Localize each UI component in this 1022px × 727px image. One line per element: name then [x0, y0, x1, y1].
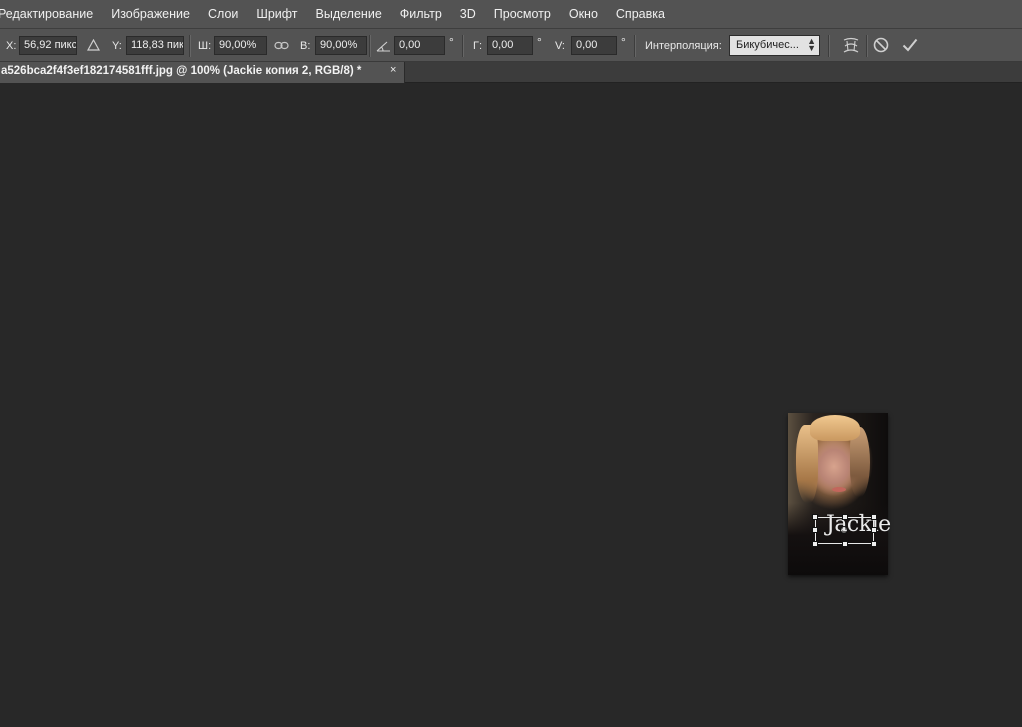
menu-layers[interactable]: Слои	[199, 0, 247, 28]
transform-handle-top-left[interactable]	[812, 514, 818, 520]
x-label: X:	[6, 39, 17, 52]
divider	[462, 35, 464, 57]
divider	[634, 35, 636, 57]
close-icon[interactable]: ×	[390, 64, 396, 76]
hskew-label: Г:	[473, 39, 483, 52]
interpolation-select[interactable]: Бикубичес... ▲ ▼	[729, 35, 820, 56]
transform-reference-point[interactable]	[840, 526, 848, 534]
menu-filter[interactable]: Фильтр	[391, 0, 451, 28]
degree-symbol: °	[537, 35, 542, 49]
image-lips	[832, 487, 846, 492]
document-tab[interactable]: a526bca2f4f3ef182174581fff.jpg @ 100% (J…	[0, 62, 405, 83]
vertical-skew-field[interactable]: 0,00	[571, 36, 617, 55]
height-label: В:	[300, 39, 311, 52]
transform-handle-bottom-right[interactable]	[871, 541, 877, 547]
canvas-area[interactable]	[0, 83, 1022, 727]
menu-image[interactable]: Изображение	[102, 0, 199, 28]
transform-handle-top[interactable]	[842, 514, 848, 520]
transform-handle-right[interactable]	[871, 527, 877, 533]
width-field[interactable]: 90,00%	[214, 36, 267, 55]
angle-icon	[375, 39, 391, 52]
x-position-field[interactable]: 56,92 пикс	[19, 36, 77, 55]
image-fringe	[810, 415, 860, 441]
menu-view[interactable]: Просмотр	[485, 0, 560, 28]
interpolation-label: Интерполяция:	[645, 39, 722, 52]
menu-type[interactable]: Шрифт	[247, 0, 306, 28]
y-label: Y:	[112, 39, 122, 52]
vskew-label: V:	[555, 39, 565, 52]
menu-bar: Редактирование Изображение Слои Шрифт Вы…	[0, 0, 1022, 28]
interpolation-value: Бикубичес...	[736, 39, 799, 51]
degree-symbol: °	[449, 35, 454, 49]
updown-arrow-icon: ▲ ▼	[807, 36, 816, 53]
y-position-field[interactable]: 118,83 пикс	[126, 36, 184, 55]
menu-window[interactable]: Окно	[560, 0, 607, 28]
document-tab-title: a526bca2f4f3ef182174581fff.jpg @ 100% (J…	[1, 65, 362, 77]
degree-symbol: °	[621, 35, 626, 49]
triangle-icon[interactable]	[86, 38, 100, 52]
divider	[866, 35, 868, 57]
menu-edit[interactable]: Редактирование	[0, 0, 102, 28]
transform-handle-bottom-left[interactable]	[812, 541, 818, 547]
width-label: Ш:	[198, 39, 212, 52]
options-bar: X: 56,92 пикс Y: 118,83 пикс Ш: 90,00% В…	[0, 28, 1022, 62]
link-icon[interactable]	[273, 39, 289, 51]
divider	[189, 35, 191, 57]
transform-handle-bottom[interactable]	[842, 541, 848, 547]
document-tab-bar: a526bca2f4f3ef182174581fff.jpg @ 100% (J…	[0, 62, 1022, 83]
commit-check-icon[interactable]	[901, 36, 919, 54]
menu-select[interactable]: Выделение	[307, 0, 391, 28]
transform-handle-top-right[interactable]	[871, 514, 877, 520]
warp-icon[interactable]	[840, 35, 862, 57]
divider	[828, 35, 830, 57]
height-field[interactable]: 90,00%	[315, 36, 367, 55]
cancel-icon[interactable]	[872, 36, 890, 54]
document-image[interactable]	[788, 413, 888, 575]
rotation-angle-field[interactable]: 0,00	[394, 36, 445, 55]
menu-help[interactable]: Справка	[607, 0, 674, 28]
transform-handle-left[interactable]	[812, 527, 818, 533]
menu-3d[interactable]: 3D	[451, 0, 485, 28]
horizontal-skew-field[interactable]: 0,00	[487, 36, 533, 55]
divider	[369, 35, 371, 57]
